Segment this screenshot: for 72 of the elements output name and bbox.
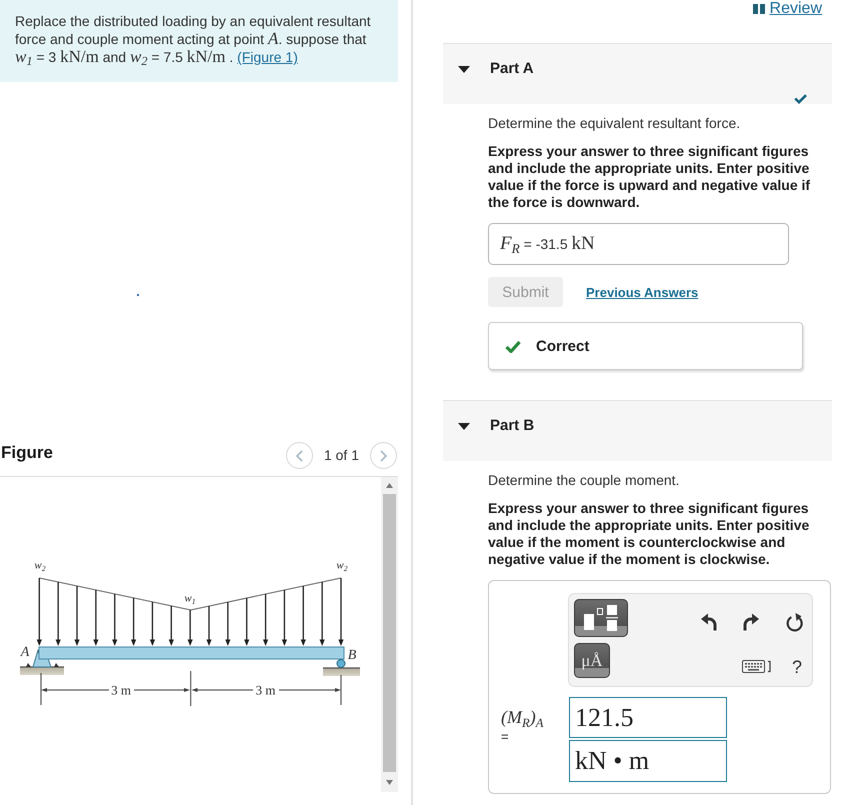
instructions-text: Express your answer to three significant figures and include the appropriate units. Enter positive value if the force is upward and negative value if the force is downward. <box>488 143 812 211</box>
undo-icon <box>701 613 717 631</box>
load-arrow <box>206 606 212 646</box>
up-triangle-icon[interactable] <box>386 483 393 488</box>
load-arrow <box>300 586 306 646</box>
question-text: Determine the couple moment. <box>488 471 680 489</box>
extension-line <box>40 672 42 706</box>
load-arrow <box>168 606 174 646</box>
roller-support <box>336 659 346 668</box>
load-arrow <box>282 590 288 646</box>
fraction-template-icon <box>584 605 618 631</box>
dimension-arrow <box>192 688 254 692</box>
review-link[interactable]: Review <box>752 0 822 18</box>
load-arrow <box>338 578 344 646</box>
question-text: Determine the equivalent resultant force. <box>488 114 742 132</box>
extension-line <box>190 670 192 706</box>
answer-field[interactable]: F$_{R}$ = -31.5 kN <box>488 223 789 265</box>
ground-base <box>323 667 360 676</box>
extension-line <box>340 674 342 706</box>
dimension-arrow <box>134 688 190 692</box>
instructions-text: Express your answer to three significant figures and include the appropriate units. Enter positive value if the moment is counterclockwise and negative value if the moment is clockwise. <box>488 500 810 568</box>
down-triangle-icon[interactable] <box>386 780 393 785</box>
reset-button[interactable] <box>785 612 805 632</box>
scrollbar[interactable] <box>381 477 398 792</box>
caret-icon[interactable] <box>458 420 470 432</box>
feedback-text: Correct <box>536 338 590 354</box>
dimension-arrow <box>278 688 341 692</box>
reset-icon <box>785 612 805 632</box>
help-button[interactable]: ? <box>792 658 802 676</box>
part-header[interactable]: Part A <box>443 43 832 104</box>
chevron-left-icon <box>296 450 303 462</box>
keyboard-button[interactable] <box>742 660 772 673</box>
dimension-label: 3 m <box>111 684 131 696</box>
figure-link[interactable]: (Figure 1) <box>237 49 298 65</box>
caret-icon[interactable] <box>458 63 470 75</box>
load-arrow <box>36 578 42 646</box>
scrollbar-thumb[interactable] <box>383 494 396 772</box>
load-arrow <box>262 594 268 646</box>
undo-button[interactable] <box>701 613 717 631</box>
point-label: A <box>20 646 30 660</box>
units-button[interactable]: μÅ <box>574 643 610 678</box>
load-arrow <box>74 586 80 646</box>
load-arrow <box>244 598 250 646</box>
load-arrow <box>56 582 61 646</box>
previous-answers-link[interactable]: Previous Answers <box>586 284 698 300</box>
chevron-right-icon <box>380 450 387 462</box>
redo-icon <box>743 613 759 631</box>
ground-base <box>20 666 64 675</box>
redo-button[interactable] <box>743 613 759 631</box>
load-label: w$_{2}$ <box>336 560 348 572</box>
dimension-label: 3 m <box>256 684 276 696</box>
load-arrow <box>150 602 156 646</box>
book-icon <box>752 4 765 14</box>
figure-title: Figure <box>1 443 53 463</box>
dimension-arrow <box>41 688 110 692</box>
load-arrow <box>93 590 98 646</box>
load-label: w$_{2}$ <box>34 560 46 572</box>
keyboard-icon <box>742 660 772 673</box>
load-arrow <box>225 602 230 646</box>
load-arrow <box>112 594 118 646</box>
load-arrow <box>320 582 325 646</box>
template-button[interactable] <box>574 599 628 637</box>
load-arrow <box>130 598 136 646</box>
point-label: B <box>348 649 356 663</box>
answer-label: (M$_{R}$)$_{A}$ = <box>501 706 544 746</box>
unit-field[interactable]: kN • m <box>569 740 727 782</box>
page-counter: 1 of 1 <box>324 446 359 465</box>
load-label: w$_{1}$ <box>184 594 196 604</box>
load-arrow <box>188 610 193 646</box>
problem-statement: Replace the distributed loading by an equivalent resultant force and couple moment acting at point A. suppose that w$_{1}$ = 3 kN/m and w$_{2}$ = 7.5 kN/m . (Figure 1) <box>15 12 372 66</box>
value-field[interactable]: 121.5 <box>569 697 727 738</box>
part-header[interactable]: Part B <box>443 400 832 461</box>
